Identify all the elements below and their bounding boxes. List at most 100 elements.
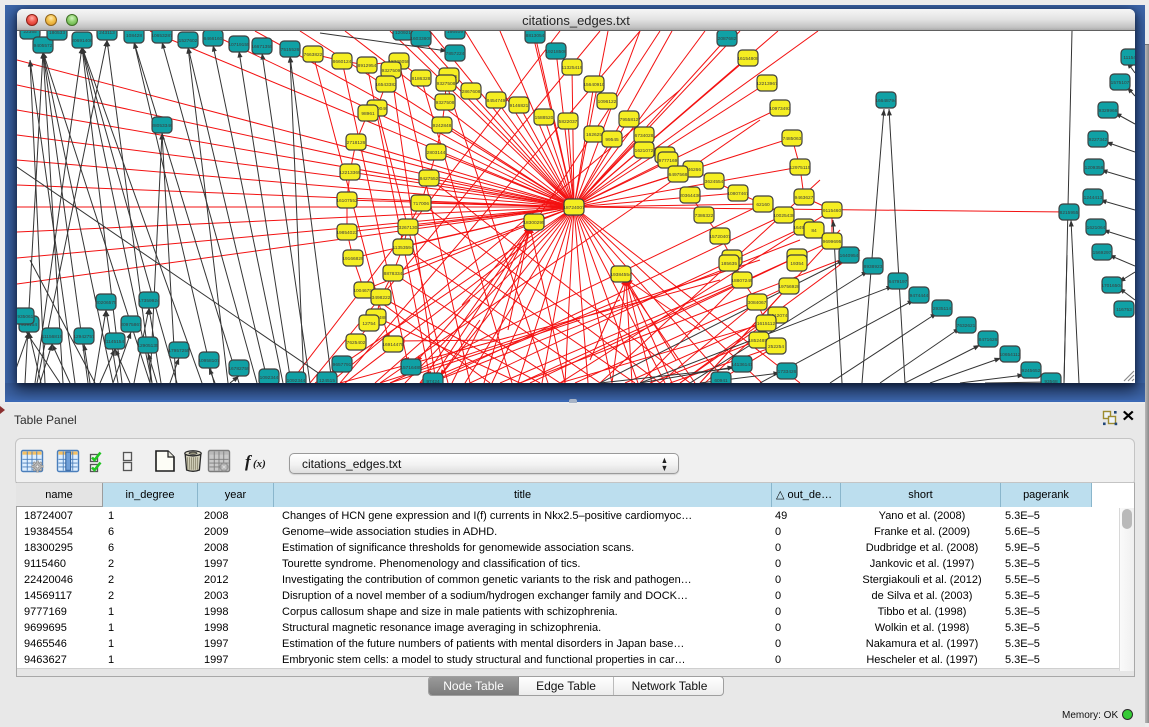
svg-text:22355: 22355 [23, 31, 37, 35]
svg-text:1092344: 1092344 [260, 375, 279, 381]
svg-text:9227342: 9227342 [1089, 137, 1108, 143]
svg-text:3498222: 3498222 [372, 295, 391, 301]
svg-text:1935061: 1935061 [17, 314, 34, 320]
svg-text:2867608: 2867608 [462, 89, 481, 95]
svg-text:20364436: 20364436 [679, 193, 701, 199]
svg-text:8660124: 8660124 [333, 59, 352, 65]
svg-text:1244413: 1244413 [1084, 195, 1103, 201]
svg-text:8427552: 8427552 [420, 176, 439, 182]
svg-text:9777169: 9777169 [659, 158, 678, 164]
svg-text:17957255: 17957255 [168, 348, 190, 354]
svg-text:(x): (x) [253, 458, 266, 470]
svg-text:16543382: 16543382 [375, 82, 397, 88]
svg-text:17016504: 17016504 [1101, 283, 1123, 289]
svg-text:16671355: 16671355 [251, 44, 273, 50]
svg-text:8813054: 8813054 [526, 33, 545, 39]
svg-text:3084067: 3084067 [748, 300, 767, 306]
svg-text:1209358: 1209358 [1085, 165, 1104, 171]
svg-text:1588520: 1588520 [535, 115, 554, 121]
svg-text:93568: 93568 [1044, 379, 1058, 383]
svg-text:17359924: 17359924 [138, 298, 160, 304]
svg-text:7663822: 7663822 [304, 52, 323, 58]
svg-text:10654112: 10654112 [1000, 352, 1021, 358]
svg-text:99545: 99545 [605, 137, 619, 143]
svg-text:19854023: 19854023 [336, 230, 358, 236]
svg-text:3624554: 3624554 [705, 179, 724, 185]
svg-text:9242848: 9242848 [433, 123, 452, 129]
svg-text:9657791: 9657791 [333, 362, 352, 368]
svg-text:19384554: 19384554 [610, 272, 632, 278]
svg-text:1621064: 1621064 [1087, 225, 1106, 231]
svg-text:f: f [245, 452, 253, 471]
svg-text:7857224: 7857224 [446, 51, 465, 57]
svg-text:120921: 120921 [395, 31, 411, 36]
svg-text:6497568: 6497568 [669, 172, 688, 178]
svg-text:1096122: 1096122 [598, 99, 617, 105]
svg-text:1575107: 1575107 [1111, 80, 1130, 86]
svg-text:252254: 252254 [768, 344, 784, 350]
svg-text:3267130: 3267130 [399, 225, 418, 231]
svg-text:8938923: 8938923 [864, 264, 883, 270]
svg-text:19756928: 19756928 [778, 284, 800, 290]
svg-text:9115460: 9115460 [823, 208, 842, 214]
svg-text:7485063: 7485063 [783, 136, 802, 142]
svg-text:9327508: 9327508 [437, 81, 456, 87]
svg-text:717006: 717006 [413, 201, 429, 207]
svg-text:1092344: 1092344 [287, 378, 306, 383]
svg-text:7386322: 7386322 [695, 213, 714, 219]
svg-text:19166829: 19166829 [342, 256, 364, 262]
svg-text:28053346: 28053346 [151, 123, 173, 129]
svg-text:20691406: 20691406 [71, 38, 93, 44]
svg-text:18300295: 18300295 [523, 220, 545, 226]
svg-text:7632621: 7632621 [957, 323, 976, 329]
svg-text:16107552: 16107552 [336, 198, 358, 204]
svg-text:84: 84 [811, 228, 817, 234]
svg-text:1733426: 1733426 [778, 369, 797, 375]
svg-text:10973493: 10973493 [769, 106, 791, 112]
svg-text:10958107: 10958107 [198, 358, 220, 364]
svg-text:7515526: 7515526 [281, 47, 300, 53]
svg-text:2718126: 2718126 [347, 140, 366, 146]
svg-text:60941: 60941 [714, 378, 728, 383]
svg-text:10807467: 10807467 [727, 191, 749, 197]
svg-text:1615112: 1615112 [757, 321, 776, 327]
svg-text:180533: 180533 [49, 31, 65, 36]
svg-text:6466160: 6466160 [204, 36, 223, 42]
svg-text:18807249: 18807249 [731, 278, 753, 284]
svg-text:166409: 166409 [447, 31, 463, 35]
svg-text:98961: 98961 [361, 111, 375, 117]
svg-text:7955812: 7955812 [620, 117, 639, 123]
svg-text:9405572: 9405572 [34, 43, 53, 49]
svg-text:16154808: 16154808 [737, 56, 759, 62]
svg-text:2803144: 2803144 [427, 150, 446, 156]
svg-text:2087682: 2087682 [718, 36, 737, 42]
svg-text:10653287: 10653287 [151, 33, 173, 39]
svg-text:12905135: 12905135 [137, 343, 159, 349]
svg-text:14136141: 14136141 [731, 362, 753, 368]
svg-text:16033809: 16033809 [410, 36, 432, 42]
svg-text:185635: 185635 [721, 261, 737, 267]
svg-text:1145154: 1145154 [106, 339, 125, 345]
svg-text:11325419: 11325419 [562, 65, 583, 71]
svg-text:2935114: 2935114 [933, 306, 952, 312]
svg-text:12754: 12754 [362, 321, 376, 327]
svg-text:1621072: 1621072 [635, 148, 654, 154]
svg-text:97424: 97424 [426, 379, 440, 383]
svg-text:8186328: 8186328 [412, 76, 431, 82]
svg-text:1527602: 1527602 [179, 38, 198, 44]
svg-text:11156819: 11156819 [42, 334, 63, 340]
svg-text:15720407: 15720407 [709, 234, 731, 240]
svg-text:20975867: 20975867 [120, 322, 142, 328]
svg-text:9699695: 9699695 [823, 239, 842, 245]
svg-text:16648794: 16648794 [875, 98, 897, 104]
svg-text:8454749: 8454749 [487, 98, 506, 104]
svg-text:8912954: 8912954 [358, 63, 377, 69]
svg-text:9327508: 9327508 [436, 100, 455, 106]
svg-text:12942757: 12942757 [73, 334, 95, 340]
svg-text:9463627: 9463627 [795, 195, 814, 201]
svg-text:116753: 116753 [1116, 307, 1132, 313]
svg-text:12975115: 12975115 [790, 165, 811, 171]
svg-text:5822037: 5822037 [559, 119, 578, 125]
svg-text:8471626: 8471626 [979, 337, 998, 343]
svg-text:62160: 62160 [756, 202, 770, 208]
